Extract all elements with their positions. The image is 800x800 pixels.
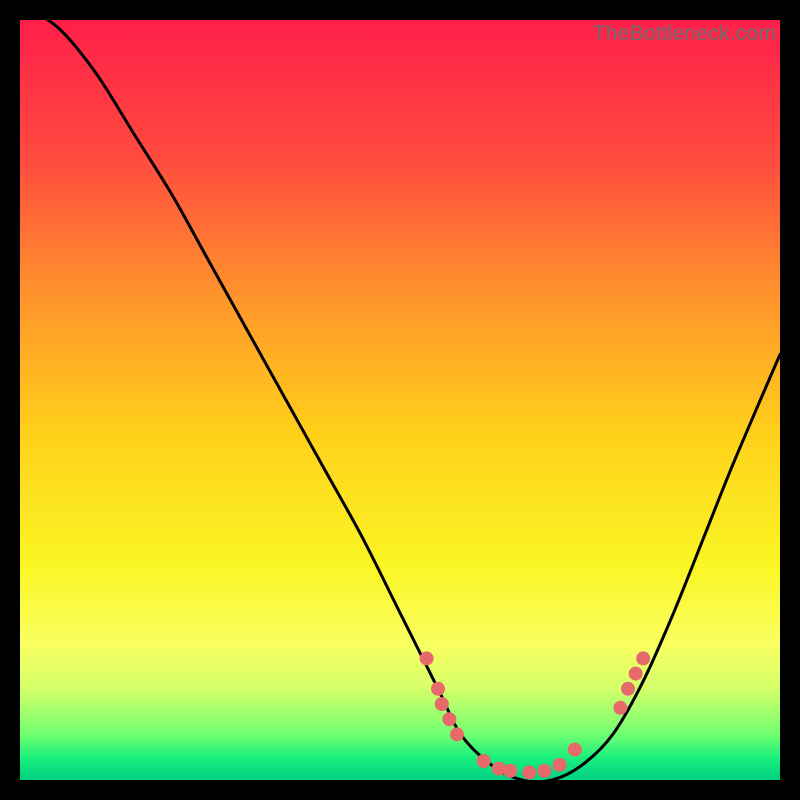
marker-dot xyxy=(442,712,456,726)
marker-dot xyxy=(431,682,445,696)
plot-area xyxy=(20,20,780,780)
marker-dot xyxy=(503,764,517,778)
marker-dot xyxy=(435,697,449,711)
marker-dot xyxy=(568,743,582,757)
marker-dot xyxy=(613,701,627,715)
marker-dot xyxy=(477,754,491,768)
marker-dot xyxy=(522,765,536,779)
marker-dot xyxy=(629,667,643,681)
marker-dot xyxy=(537,764,551,778)
marker-dot xyxy=(420,651,434,665)
chart-svg xyxy=(20,20,780,780)
chart-frame: TheBottleneck.com xyxy=(20,20,780,780)
marker-dot xyxy=(636,651,650,665)
marker-dot xyxy=(621,682,635,696)
watermark-text: TheBottleneck.com xyxy=(593,22,776,46)
marker-dot xyxy=(553,758,567,772)
marker-dot xyxy=(450,727,464,741)
